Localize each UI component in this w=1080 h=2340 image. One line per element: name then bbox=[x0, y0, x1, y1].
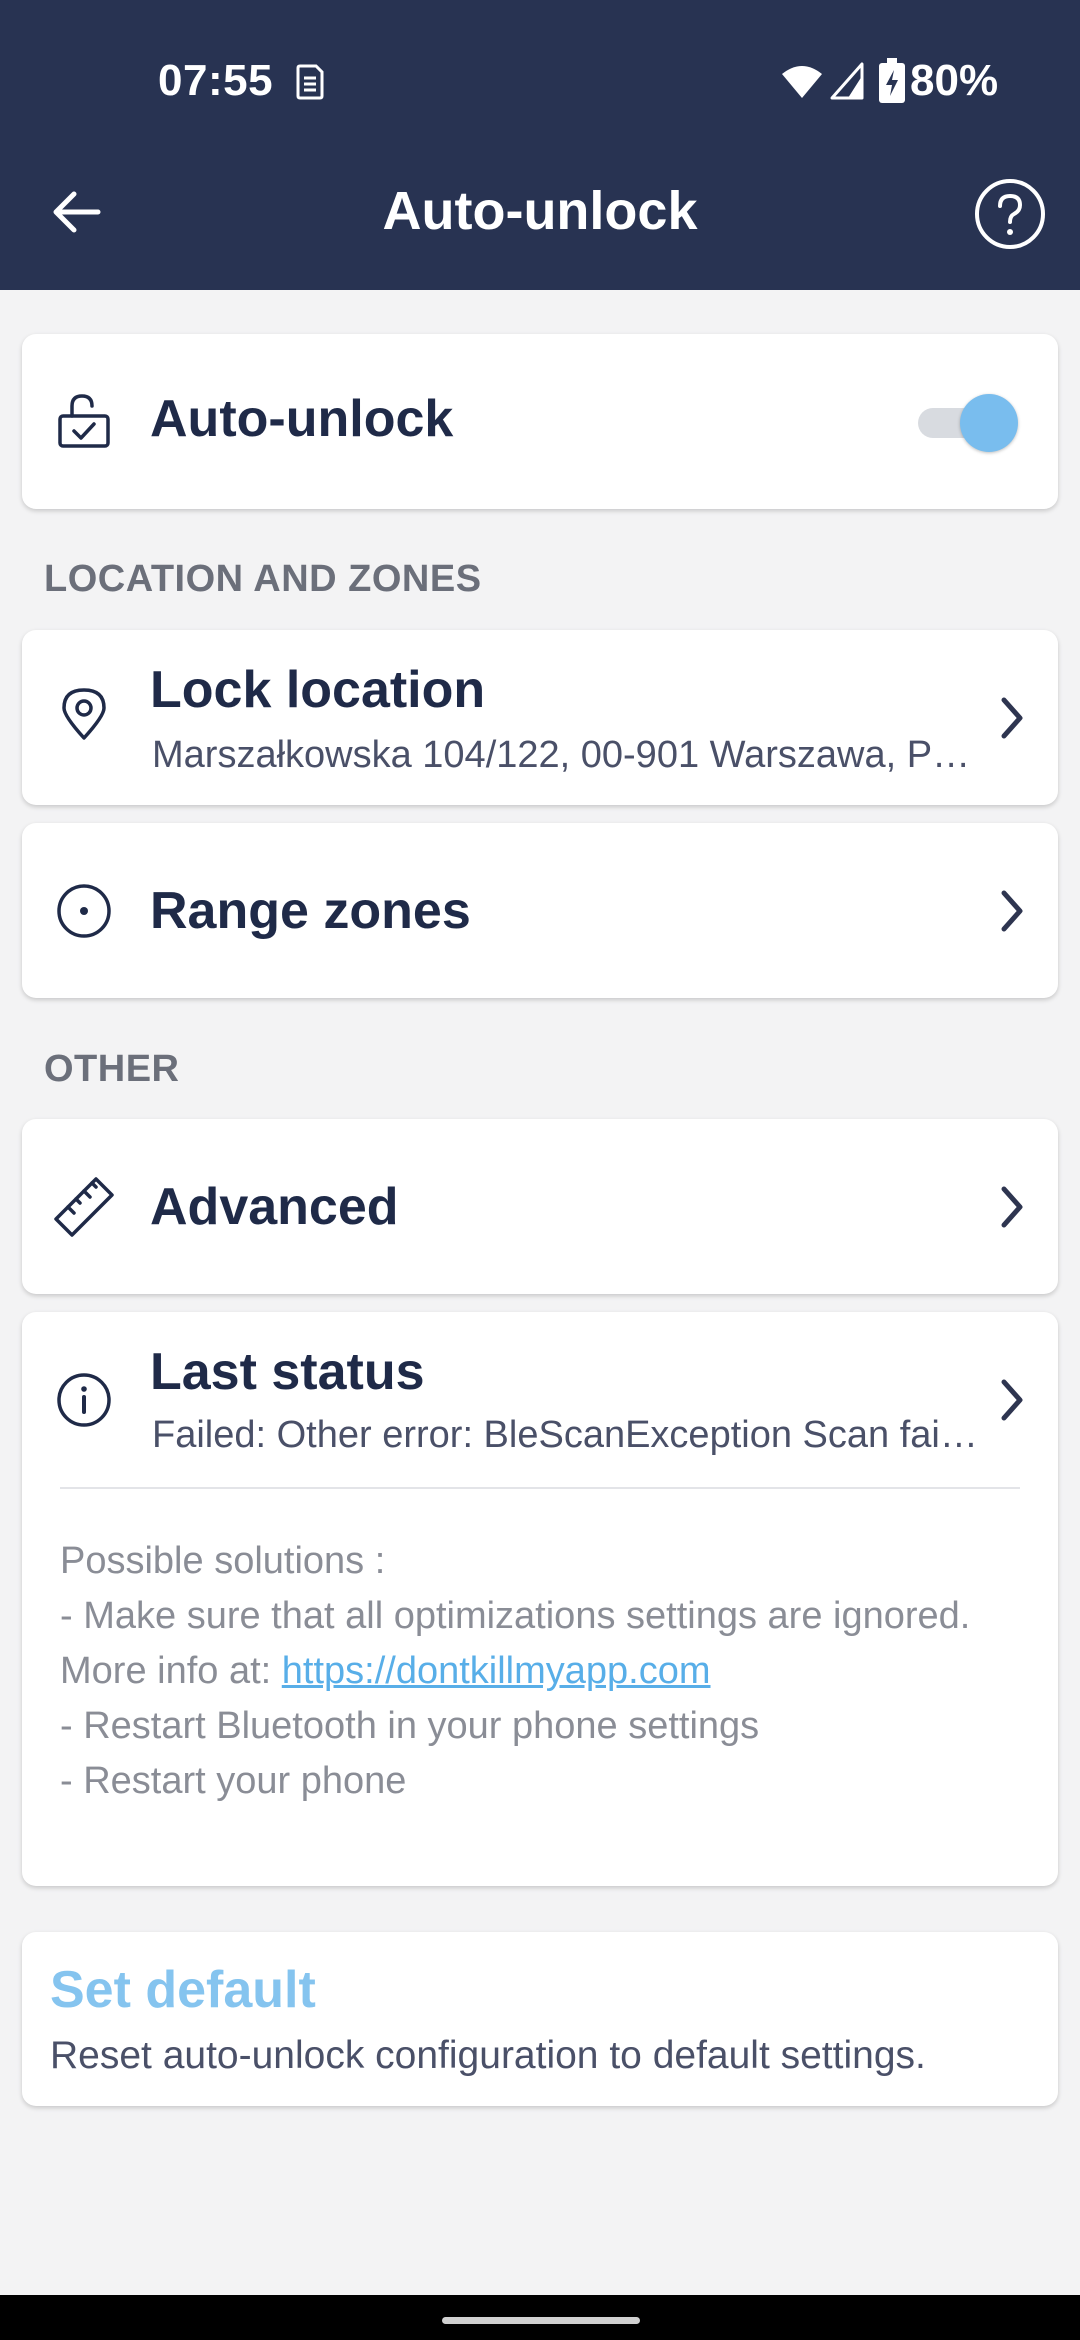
lock-location-address: Marszałkowska 104/122, 00-901 Warszawa, … bbox=[152, 734, 977, 776]
system-nav-bar bbox=[0, 2295, 1080, 2340]
lock-location-title: Lock location bbox=[150, 661, 486, 719]
range-zones-row[interactable]: Range zones bbox=[22, 823, 1058, 998]
last-status-title: Last status bbox=[150, 1343, 425, 1401]
set-default-description: Reset auto-unlock configuration to defau… bbox=[50, 2034, 926, 2077]
info-icon bbox=[57, 1373, 111, 1427]
lock-location-row[interactable]: Lock location Marszałkowska 104/122, 00-… bbox=[22, 630, 1058, 805]
status-bar: 07:55 80% bbox=[0, 0, 1080, 165]
range-zones-title: Range zones bbox=[150, 882, 471, 940]
dontkillmyapp-link[interactable]: https://dontkillmyapp.com bbox=[282, 1650, 711, 1692]
last-status-row[interactable]: Last status Failed: Other error: BleScan… bbox=[22, 1312, 1058, 1487]
battery-percent: 80% bbox=[910, 56, 999, 105]
status-time: 07:55 bbox=[158, 56, 274, 105]
help-icon[interactable] bbox=[972, 176, 1048, 252]
solution-restart-bluetooth: - Restart Bluetooth in your phone settin… bbox=[60, 1705, 760, 1747]
toggle-knob bbox=[960, 394, 1018, 452]
ruler-icon bbox=[54, 1177, 114, 1237]
wifi-icon bbox=[782, 66, 822, 98]
more-info-line: More info at: https://dontkillmyapp.com bbox=[60, 1644, 1040, 1699]
set-default-card[interactable]: Set default Reset auto-unlock configurat… bbox=[22, 1932, 1058, 2106]
more-info-prefix: More info at: bbox=[60, 1650, 282, 1692]
sim-card-icon bbox=[296, 64, 324, 100]
page-title: Auto-unlock bbox=[382, 181, 698, 241]
solution-optimizations: - Make sure that all optimizations setti… bbox=[60, 1595, 971, 1637]
set-default-button[interactable]: Set default bbox=[50, 1960, 316, 2020]
last-status-card: Last status Failed: Other error: BleScan… bbox=[22, 1312, 1058, 1886]
chevron-right-icon bbox=[1001, 1379, 1023, 1421]
auto-unlock-label: Auto-unlock bbox=[150, 390, 454, 448]
section-label-location: LOCATION AND ZONES bbox=[44, 558, 482, 600]
battery-charging-icon bbox=[879, 58, 905, 103]
map-pin-icon bbox=[62, 688, 106, 740]
solution-restart-phone: - Restart your phone bbox=[60, 1760, 407, 1802]
chevron-right-icon bbox=[1001, 697, 1023, 739]
auto-unlock-toggle[interactable] bbox=[912, 394, 1024, 452]
solutions-header: Possible solutions : bbox=[60, 1540, 386, 1582]
target-icon bbox=[57, 884, 111, 938]
section-label-other: OTHER bbox=[44, 1048, 180, 1090]
last-status-message: Failed: Other error: BleScanException Sc… bbox=[152, 1414, 982, 1456]
home-indicator[interactable] bbox=[442, 2317, 640, 2324]
chevron-right-icon bbox=[1001, 1186, 1023, 1228]
signal-icon bbox=[830, 62, 864, 100]
divider bbox=[60, 1487, 1020, 1489]
app-header: 07:55 80% Auto-unlock bbox=[0, 0, 1080, 290]
unlocked-padlock-check-icon bbox=[58, 394, 110, 448]
chevron-right-icon bbox=[1001, 890, 1023, 932]
advanced-row[interactable]: Advanced bbox=[22, 1119, 1058, 1294]
possible-solutions: Possible solutions : - Make sure that al… bbox=[60, 1534, 1040, 1809]
auto-unlock-card[interactable]: Auto-unlock bbox=[22, 334, 1058, 509]
advanced-title: Advanced bbox=[150, 1178, 399, 1236]
